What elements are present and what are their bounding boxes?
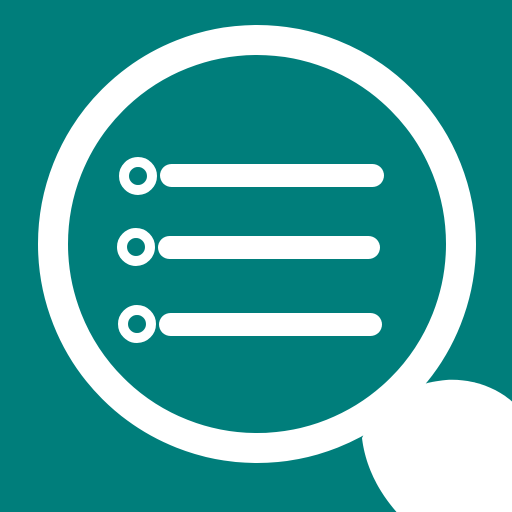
list-line [160, 164, 384, 187]
search-list-icon [0, 0, 512, 512]
app-icon [0, 0, 512, 512]
list-line [158, 236, 380, 259]
list-line [159, 313, 382, 336]
